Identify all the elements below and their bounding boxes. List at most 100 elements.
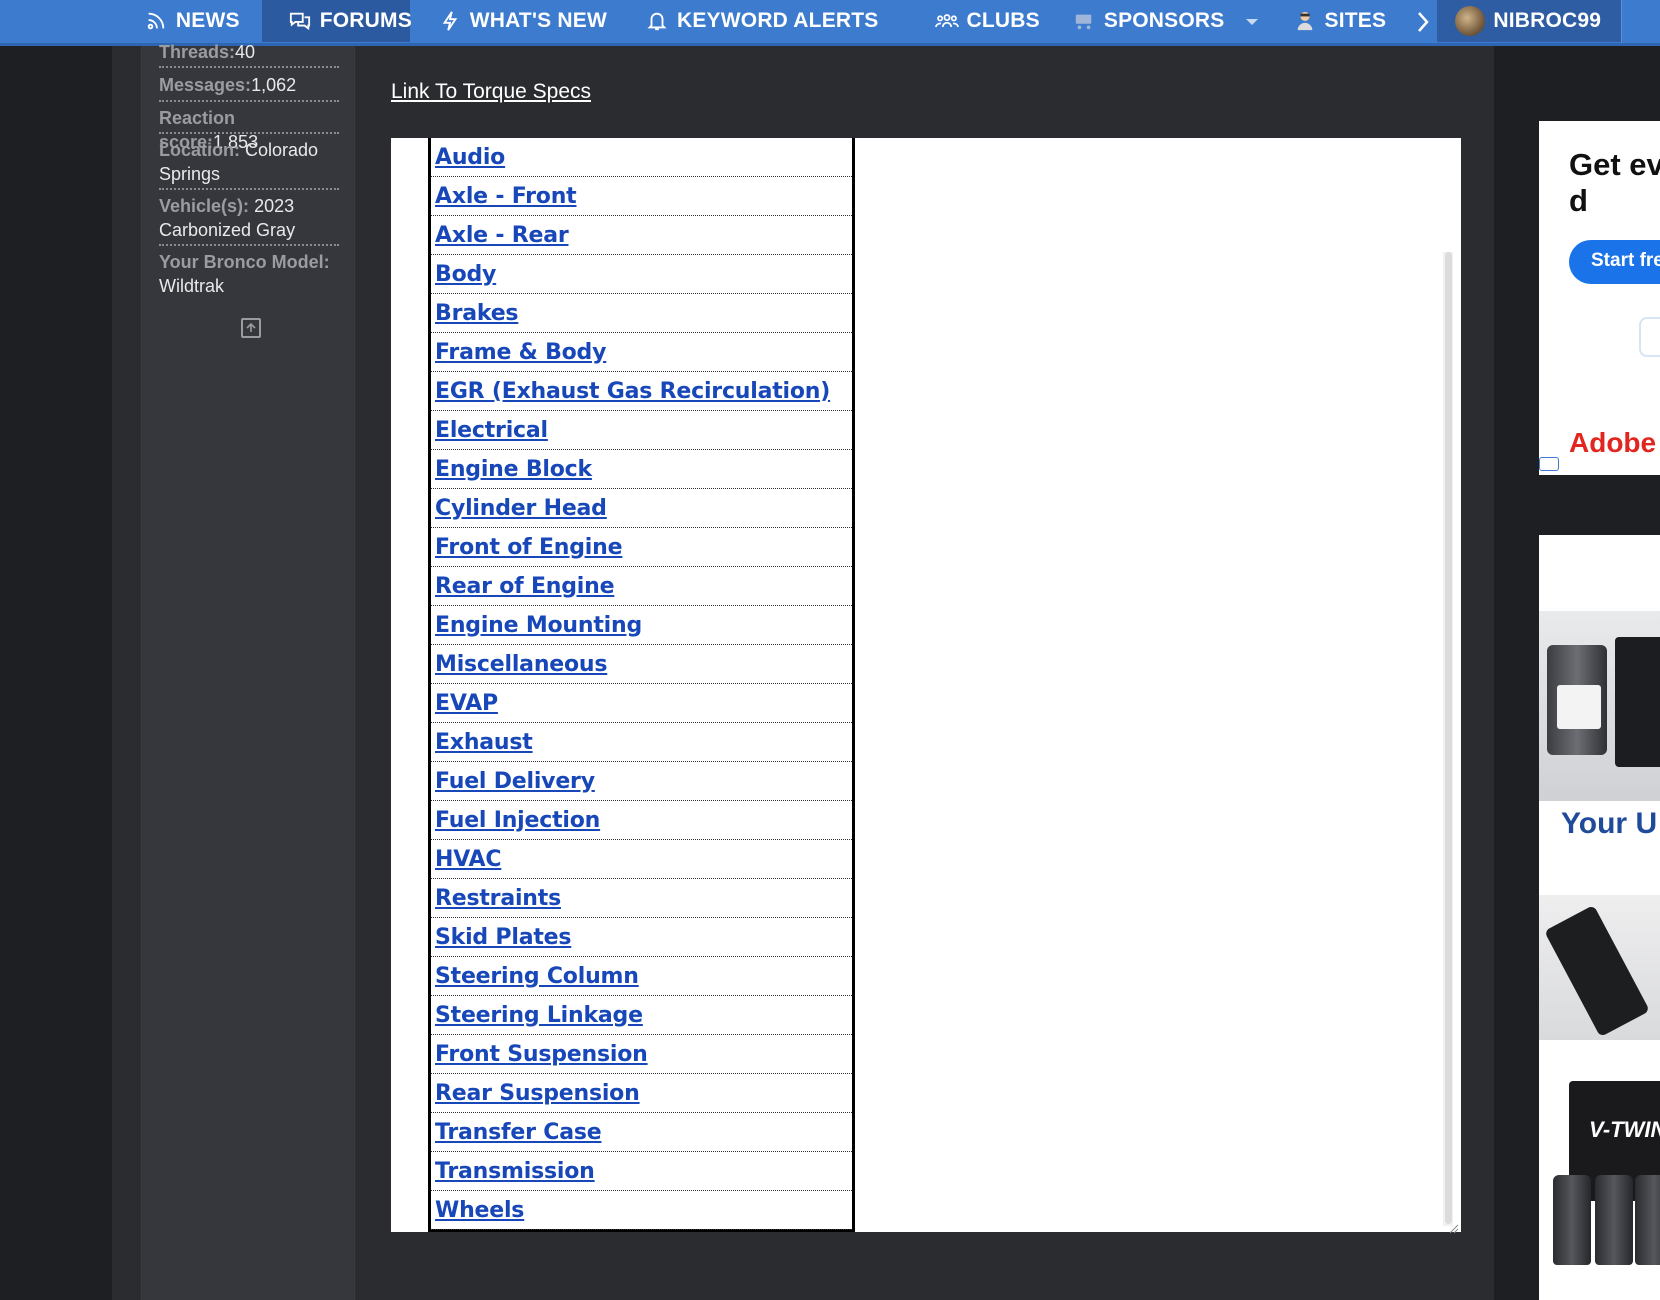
list-item: Front Suspension (431, 1035, 852, 1074)
stat-threads-value: 40 (235, 42, 256, 62)
stat-model-value: Wildtrak (159, 276, 225, 296)
ad-headline: Get ev tasks d (1569, 147, 1660, 218)
nav-whats-new-label: WHAT'S NEW (469, 9, 607, 32)
nav-clubs-label: CLUBS (966, 9, 1040, 32)
avatar (1455, 6, 1486, 36)
ad-oil-bottle (1553, 1175, 1591, 1265)
category-link[interactable]: Brakes (435, 301, 519, 326)
list-item: Electrical (431, 411, 852, 450)
category-link[interactable]: Axle - Front (435, 184, 577, 209)
category-link[interactable]: Cylinder Head (435, 496, 607, 521)
nav-sites-label: SITES (1324, 9, 1387, 32)
nav-keyword-alerts[interactable]: KEYWORD ALERTS (629, 0, 901, 42)
stat-vehicles: Vehicle(s): 2023 Carbonized Gray (159, 194, 339, 242)
stat-threads-label: Threads: (159, 42, 236, 62)
nav-forums[interactable]: FORUMS (261, 0, 412, 42)
category-link[interactable]: Transmission (435, 1159, 595, 1184)
category-link[interactable]: Transfer Case (435, 1120, 602, 1145)
category-link[interactable]: HVAC (435, 847, 502, 872)
nav-extra[interactable] (1621, 0, 1660, 43)
users-icon (934, 9, 959, 33)
category-link[interactable]: Miscellaneous (435, 652, 607, 677)
ad-cta-button[interactable]: Start fre (1569, 240, 1660, 284)
ad-product-box (1615, 637, 1660, 767)
category-link[interactable]: Axle - Rear (435, 223, 569, 248)
nav-sponsors-label: SPONSORS (1103, 9, 1225, 32)
list-item: Steering Column (431, 957, 852, 996)
category-link[interactable]: Exhaust (435, 730, 533, 755)
ad-filter-label (1557, 685, 1601, 729)
bolt-icon (438, 9, 462, 33)
category-link[interactable]: Steering Column (435, 964, 639, 989)
list-item: Engine Block (431, 450, 852, 489)
nav-scroll-right-icon[interactable] (1408, 0, 1437, 43)
category-link[interactable]: Front of Engine (435, 535, 623, 560)
category-link[interactable]: Engine Mounting (435, 613, 642, 638)
category-link[interactable]: EVAP (435, 691, 498, 716)
category-link[interactable]: Front Suspension (435, 1042, 648, 1067)
bell-icon (645, 9, 669, 33)
category-link[interactable]: Fuel Delivery (435, 769, 595, 794)
category-link[interactable]: Fuel Injection (435, 808, 600, 833)
category-link[interactable]: Electrical (435, 418, 548, 443)
list-item: Steering Linkage (431, 996, 852, 1035)
category-link[interactable]: Rear of Engine (435, 574, 615, 599)
list-item: Frame & Body (431, 333, 852, 372)
list-item: Cylinder Head (431, 489, 852, 528)
category-link[interactable]: EGR (Exhaust Gas Recirculation) (435, 379, 830, 404)
nav-sites[interactable]: SITES (1281, 0, 1409, 42)
ad-banner-adobe[interactable]: Get ev tasks d Start fre Adobe (1539, 121, 1660, 475)
category-link[interactable]: Engine Block (435, 457, 592, 482)
ad-app-icon (1639, 317, 1660, 357)
nav-forums-label: FORUMS (319, 9, 412, 32)
list-item: Fuel Injection (431, 801, 852, 840)
ad-kit-label: V-TWIN (1589, 1117, 1660, 1142)
stat-messages-value: 1,062 (251, 75, 297, 95)
torque-specs-link[interactable]: Link To Torque Specs (391, 80, 591, 104)
category-link[interactable]: Frame & Body (435, 340, 606, 365)
list-item: HVAC (431, 840, 852, 879)
category-link[interactable]: Wheels (435, 1198, 524, 1223)
nav-keyword-alerts-label: KEYWORD ALERTS (676, 9, 879, 32)
nav-username: NIBROC99 (1493, 9, 1602, 32)
category-link[interactable]: Rear Suspension (435, 1081, 640, 1106)
ad-banner-amsoil[interactable]: Your U V-TWIN (1539, 535, 1660, 1300)
ad-oil-bottle (1635, 1175, 1660, 1265)
list-item: Axle - Rear (431, 216, 852, 255)
stat-model-label: Your Bronco Model: (159, 252, 330, 272)
list-item: Axle - Front (431, 177, 852, 216)
list-item: Engine Mounting (431, 606, 852, 645)
divider (159, 244, 339, 246)
nav-clubs[interactable]: CLUBS (901, 0, 1062, 42)
category-link[interactable]: Audio (435, 145, 505, 170)
category-link[interactable]: Body (435, 262, 496, 287)
list-item: Body (431, 255, 852, 294)
frame-scrollbar-thumb[interactable] (1445, 252, 1452, 1224)
resize-handle-icon[interactable] (1447, 1219, 1459, 1234)
stat-vehicle-label: Vehicle(s): (159, 196, 250, 216)
stat-messages: Messages:1,062 (159, 73, 339, 97)
category-link[interactable]: Steering Linkage (435, 1003, 643, 1028)
nav-whats-new[interactable]: WHAT'S NEW (410, 0, 629, 42)
divider (159, 66, 339, 68)
nav-news[interactable]: NEWS (144, 0, 262, 42)
ad-brand: Adobe (1569, 427, 1657, 458)
stat-location: Location: Colorado Springs (159, 138, 339, 186)
category-link[interactable]: Skid Plates (435, 925, 571, 950)
person-icon (1293, 9, 1317, 33)
stat-bronco-model: Your Bronco Model: Wildtrak (159, 250, 339, 298)
list-item: Miscellaneous (431, 645, 852, 684)
list-item: Transmission (431, 1152, 852, 1191)
category-link[interactable]: Restraints (435, 886, 561, 911)
ad-info-icon[interactable] (1539, 457, 1559, 471)
nav-user-menu[interactable]: NIBROC99 (1437, 0, 1622, 42)
list-item: Exhaust (431, 723, 852, 762)
chevron-down-icon[interactable] (1245, 9, 1259, 33)
list-item: Transfer Case (431, 1113, 852, 1152)
list-item: EVAP (431, 684, 852, 723)
divider (159, 100, 339, 102)
nav-sponsors[interactable]: SPONSORS (1062, 0, 1281, 42)
collapse-up-icon[interactable] (241, 318, 261, 338)
stat-messages-label: Messages: (159, 75, 252, 95)
list-item: Rear of Engine (431, 567, 852, 606)
